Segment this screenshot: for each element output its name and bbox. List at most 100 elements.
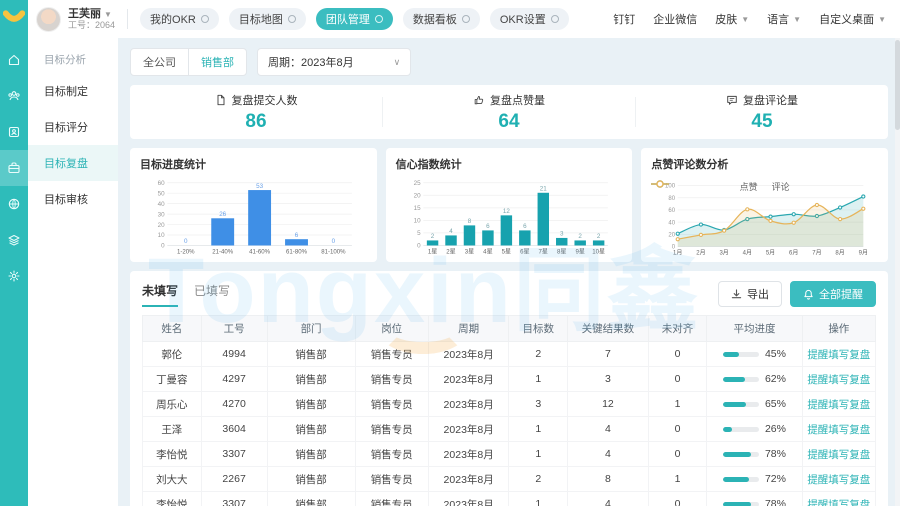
bar bbox=[463, 225, 474, 245]
svg-text:80: 80 bbox=[669, 196, 676, 202]
rail-item-team-icon[interactable] bbox=[0, 78, 28, 114]
nav-tab[interactable]: 我的OKR bbox=[140, 8, 219, 30]
rail-item-briefcase-icon[interactable] bbox=[0, 150, 28, 186]
nav-tab-label: 数据看板 bbox=[413, 11, 457, 27]
progress-fill bbox=[723, 452, 751, 457]
progress-track bbox=[723, 502, 759, 506]
point bbox=[839, 206, 842, 209]
cell-dept: 销售部 bbox=[267, 417, 355, 442]
sidebar-item[interactable]: 目标复盘 bbox=[28, 145, 118, 181]
bar bbox=[211, 218, 234, 245]
scope-segmented-control: 全公司销售部 bbox=[130, 48, 247, 76]
cell-action: 提醒填写复盘 bbox=[802, 442, 875, 467]
stat-label: 复盘点赞量 bbox=[490, 92, 545, 108]
cell-action: 提醒填写复盘 bbox=[802, 467, 875, 492]
svg-text:1月: 1月 bbox=[673, 249, 682, 256]
cell-id: 2267 bbox=[201, 467, 267, 492]
point bbox=[769, 219, 772, 222]
nav-tab[interactable]: OKR设置 bbox=[490, 8, 569, 30]
svg-text:6: 6 bbox=[486, 223, 490, 230]
svg-text:20: 20 bbox=[413, 193, 420, 200]
scope-segment[interactable]: 全公司 bbox=[131, 49, 188, 75]
remind-fill-link[interactable]: 提醒填写复盘 bbox=[807, 424, 870, 436]
rail-item-globe-icon[interactable] bbox=[0, 186, 28, 222]
chart-title: 目标进度统计 bbox=[140, 156, 367, 172]
svg-text:4月: 4月 bbox=[743, 249, 752, 256]
cell-role: 销售专员 bbox=[355, 367, 428, 392]
legend-item[interactable]: 评论 bbox=[772, 180, 790, 193]
nav-tab-label: 我的OKR bbox=[150, 11, 196, 27]
svg-text:8星: 8星 bbox=[557, 249, 566, 256]
scrollbar[interactable] bbox=[895, 38, 900, 506]
svg-text:30: 30 bbox=[158, 211, 165, 218]
cell-progress: 78% bbox=[707, 492, 802, 506]
cell-unaligned: 0 bbox=[648, 417, 707, 442]
sidebar-item[interactable]: 目标审核 bbox=[28, 181, 118, 217]
remind-fill-link[interactable]: 提醒填写复盘 bbox=[807, 449, 870, 461]
topbar-item[interactable]: 语言▼ bbox=[767, 11, 801, 27]
svg-text:21: 21 bbox=[539, 186, 546, 193]
avatar[interactable] bbox=[36, 7, 61, 32]
cell-krs: 4 bbox=[568, 417, 649, 442]
topbar-item[interactable]: 钉钉 bbox=[613, 11, 635, 27]
nav-tab-label: 目标地图 bbox=[239, 11, 283, 27]
cell-role: 销售专员 bbox=[355, 342, 428, 367]
remind-fill-link[interactable]: 提醒填写复盘 bbox=[807, 349, 870, 361]
cell-action: 提醒填写复盘 bbox=[802, 367, 875, 392]
sidebar-section-title: 目标分析 bbox=[28, 52, 118, 73]
svg-text:0: 0 bbox=[417, 243, 421, 250]
sidebar-item[interactable]: 目标评分 bbox=[28, 109, 118, 145]
export-button[interactable]: 导出 bbox=[718, 281, 782, 307]
stat-item: 复盘提交人数86 bbox=[130, 92, 382, 133]
comment-icon bbox=[726, 94, 738, 106]
cell-action: 提醒填写复盘 bbox=[802, 417, 875, 442]
nav-tab-label: 团队管理 bbox=[326, 11, 370, 27]
remind-fill-link[interactable]: 提醒填写复盘 bbox=[807, 399, 870, 411]
cell-name: 李怡悦 bbox=[143, 442, 202, 467]
remind-fill-link[interactable]: 提醒填写复盘 bbox=[807, 374, 870, 386]
rail-item-id-card-icon[interactable] bbox=[0, 114, 28, 150]
chart-card-confidence: 信心指数统计 051015202521星42星83星64星125星66星217星… bbox=[386, 148, 633, 262]
topbar-item[interactable]: 自定义桌面▼ bbox=[819, 11, 886, 27]
table-tab[interactable]: 未填写 bbox=[142, 282, 178, 307]
chart-legend: 点赞评论 bbox=[651, 180, 878, 193]
progress-track bbox=[723, 427, 759, 432]
nav-tab[interactable]: 数据看板 bbox=[403, 8, 480, 30]
cell-unaligned: 1 bbox=[648, 392, 707, 417]
rail-item-gear-icon[interactable] bbox=[0, 258, 28, 294]
briefcase-icon bbox=[7, 161, 21, 175]
column-header: 平均进度 bbox=[707, 316, 802, 342]
user-block[interactable]: 王芙丽▼ 工号：2064 bbox=[68, 8, 115, 31]
confidence-bar-chart: 051015202521星42星83星64星125星66星217星38星29星2… bbox=[396, 172, 623, 258]
cell-unaligned: 0 bbox=[648, 442, 707, 467]
remind-fill-link[interactable]: 提醒填写复盘 bbox=[807, 499, 870, 506]
stat-value: 86 bbox=[245, 111, 266, 133]
bar bbox=[285, 239, 308, 245]
table-tab[interactable]: 已填写 bbox=[194, 282, 230, 307]
nav-tab[interactable]: 目标地图 bbox=[229, 8, 306, 30]
scrollbar-thumb[interactable] bbox=[895, 40, 900, 130]
bar bbox=[500, 215, 511, 245]
remind-all-button[interactable]: 全部提醒 bbox=[790, 281, 876, 307]
rail-item-home-icon[interactable] bbox=[0, 42, 28, 78]
nav-tab[interactable]: 团队管理 bbox=[316, 8, 393, 30]
topbar-item[interactable]: 皮肤▼ bbox=[715, 11, 749, 27]
point bbox=[676, 232, 679, 235]
scope-segment[interactable]: 销售部 bbox=[188, 49, 246, 75]
legend-marker-icon bbox=[651, 180, 878, 193]
cell-krs: 12 bbox=[568, 392, 649, 417]
remind-fill-link[interactable]: 提醒填写复盘 bbox=[807, 474, 870, 486]
progress-label: 65% bbox=[765, 398, 786, 410]
progress-label: 78% bbox=[765, 448, 786, 460]
progress-label: 45% bbox=[765, 348, 786, 360]
sidebar-item[interactable]: 目标制定 bbox=[28, 73, 118, 109]
svg-text:15: 15 bbox=[413, 205, 420, 212]
period-select[interactable]: 周期：2023年8月 ∨ bbox=[257, 48, 411, 76]
topbar-item[interactable]: 企业微信 bbox=[653, 11, 697, 27]
rail-item-layers-icon[interactable] bbox=[0, 222, 28, 258]
svg-text:2: 2 bbox=[430, 233, 434, 240]
stat-item: 复盘评论量45 bbox=[636, 92, 888, 133]
cell-name: 刘大大 bbox=[143, 467, 202, 492]
point bbox=[723, 229, 726, 232]
svg-text:50: 50 bbox=[158, 190, 165, 197]
